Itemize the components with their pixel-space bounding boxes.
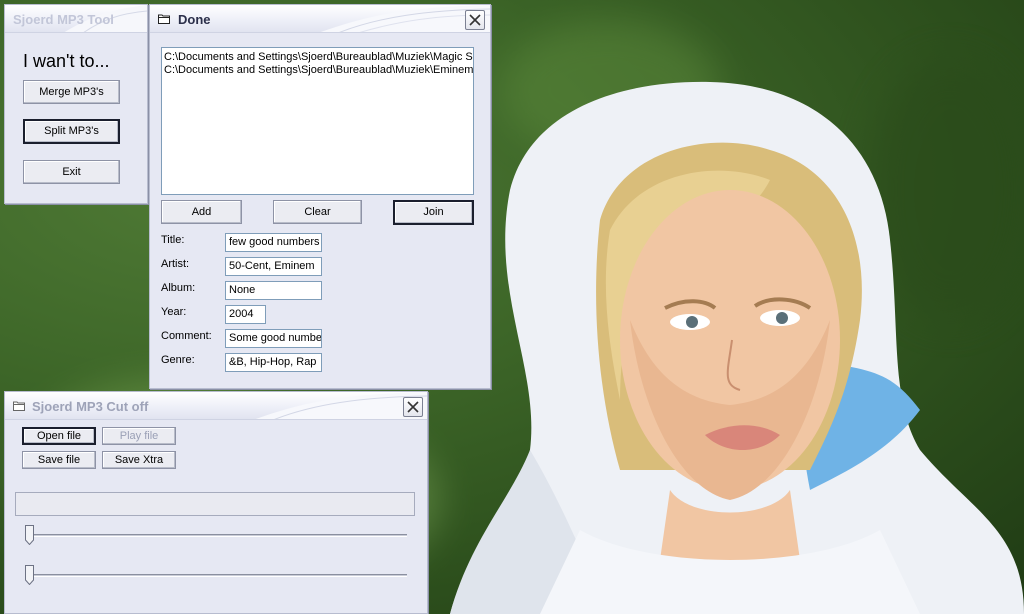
save-file-button[interactable]: Save file bbox=[22, 451, 96, 469]
join-button[interactable]: Join bbox=[393, 200, 474, 225]
exit-button[interactable]: Exit bbox=[23, 160, 120, 184]
close-icon bbox=[469, 14, 481, 26]
save-xtra-label: Save Xtra bbox=[114, 454, 164, 466]
wallpaper-photo bbox=[450, 81, 1024, 614]
play-file-button[interactable]: Play file bbox=[102, 427, 176, 445]
folder-icon bbox=[158, 14, 170, 24]
end-slider-thumb[interactable] bbox=[25, 565, 34, 585]
cutoff-close-button[interactable] bbox=[403, 397, 423, 417]
album-field[interactable]: None bbox=[225, 281, 322, 300]
comment-label: Comment: bbox=[161, 330, 212, 342]
file-list-item[interactable]: C:\Documents and Settings\Sjoerd\Bureaub… bbox=[164, 64, 473, 77]
year-label: Year: bbox=[161, 306, 187, 318]
add-label: Add bbox=[191, 206, 212, 218]
genre-label: Genre: bbox=[161, 354, 195, 366]
mp3-tool-window: Sjoerd MP3 Tool I wan't to... Merge MP3'… bbox=[4, 4, 148, 204]
join-close-button[interactable] bbox=[465, 10, 485, 30]
play-file-label: Play file bbox=[119, 430, 159, 442]
album-label: Album: bbox=[161, 282, 196, 294]
open-file-label: Open file bbox=[36, 430, 82, 442]
title-field[interactable]: few good numbers bbox=[225, 233, 322, 252]
exit-label: Exit bbox=[62, 166, 81, 178]
artist-field[interactable]: 50-Cent, Eminem bbox=[225, 257, 322, 276]
save-xtra-button[interactable]: Save Xtra bbox=[102, 451, 176, 469]
split-mp3-label: Split MP3's bbox=[44, 125, 99, 137]
cutoff-title: Sjoerd MP3 Cut off bbox=[32, 399, 149, 414]
mp3-tool-titlebar[interactable]: Sjoerd MP3 Tool bbox=[5, 5, 147, 33]
file-list-item[interactable]: C:\Documents and Settings\Sjoerd\Bureaub… bbox=[164, 51, 473, 64]
clear-label: Clear bbox=[304, 206, 331, 218]
cutoff-window: Sjoerd MP3 Cut off Open file Play file S… bbox=[4, 391, 428, 614]
split-mp3-button[interactable]: Split MP3's bbox=[23, 119, 120, 144]
year-field[interactable]: 2004 bbox=[225, 305, 266, 324]
folder-icon bbox=[13, 401, 25, 411]
join-window: Done C:\Documents and Settings\Sjoerd\Bu… bbox=[149, 4, 491, 389]
join-title: Done bbox=[178, 12, 211, 27]
join-label: Join bbox=[423, 206, 444, 218]
merge-mp3-label: Merge MP3's bbox=[39, 86, 104, 98]
join-titlebar[interactable]: Done bbox=[150, 5, 490, 33]
clear-button[interactable]: Clear bbox=[273, 200, 362, 224]
start-slider-track[interactable] bbox=[27, 534, 407, 537]
end-slider-track[interactable] bbox=[27, 574, 407, 577]
cutoff-titlebar[interactable]: Sjoerd MP3 Cut off bbox=[5, 392, 427, 420]
menu-heading: I wan't to... bbox=[23, 51, 110, 71]
close-icon bbox=[407, 401, 419, 413]
start-slider-thumb[interactable] bbox=[25, 525, 34, 545]
genre-field[interactable]: &B, Hip-Hop, Rap bbox=[225, 353, 322, 372]
progress-bar bbox=[15, 492, 415, 516]
mp3-tool-title: Sjoerd MP3 Tool bbox=[13, 12, 114, 27]
open-file-button[interactable]: Open file bbox=[22, 427, 96, 445]
add-button[interactable]: Add bbox=[161, 200, 242, 224]
artist-label: Artist: bbox=[161, 258, 190, 270]
save-file-label: Save file bbox=[37, 454, 81, 466]
file-listbox[interactable]: C:\Documents and Settings\Sjoerd\Bureaub… bbox=[161, 47, 474, 195]
merge-mp3-button[interactable]: Merge MP3's bbox=[23, 80, 120, 104]
title-label: Title: bbox=[161, 234, 185, 246]
comment-field[interactable]: Some good numbe bbox=[225, 329, 322, 348]
